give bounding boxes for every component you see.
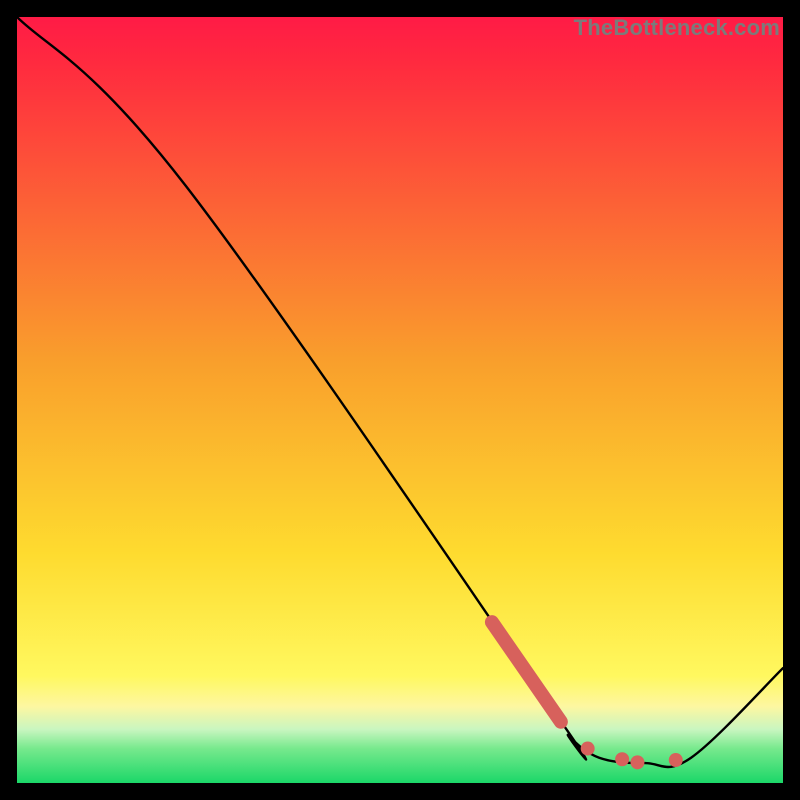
marker-dot	[630, 755, 644, 769]
marker-dot	[615, 752, 629, 766]
marker-dot	[581, 742, 595, 756]
watermark: TheBottleneck.com	[574, 15, 780, 41]
gradient-bg	[17, 17, 783, 783]
chart-frame: TheBottleneck.com	[17, 17, 783, 783]
bottleneck-chart	[17, 17, 783, 783]
marker-dot	[669, 753, 683, 767]
